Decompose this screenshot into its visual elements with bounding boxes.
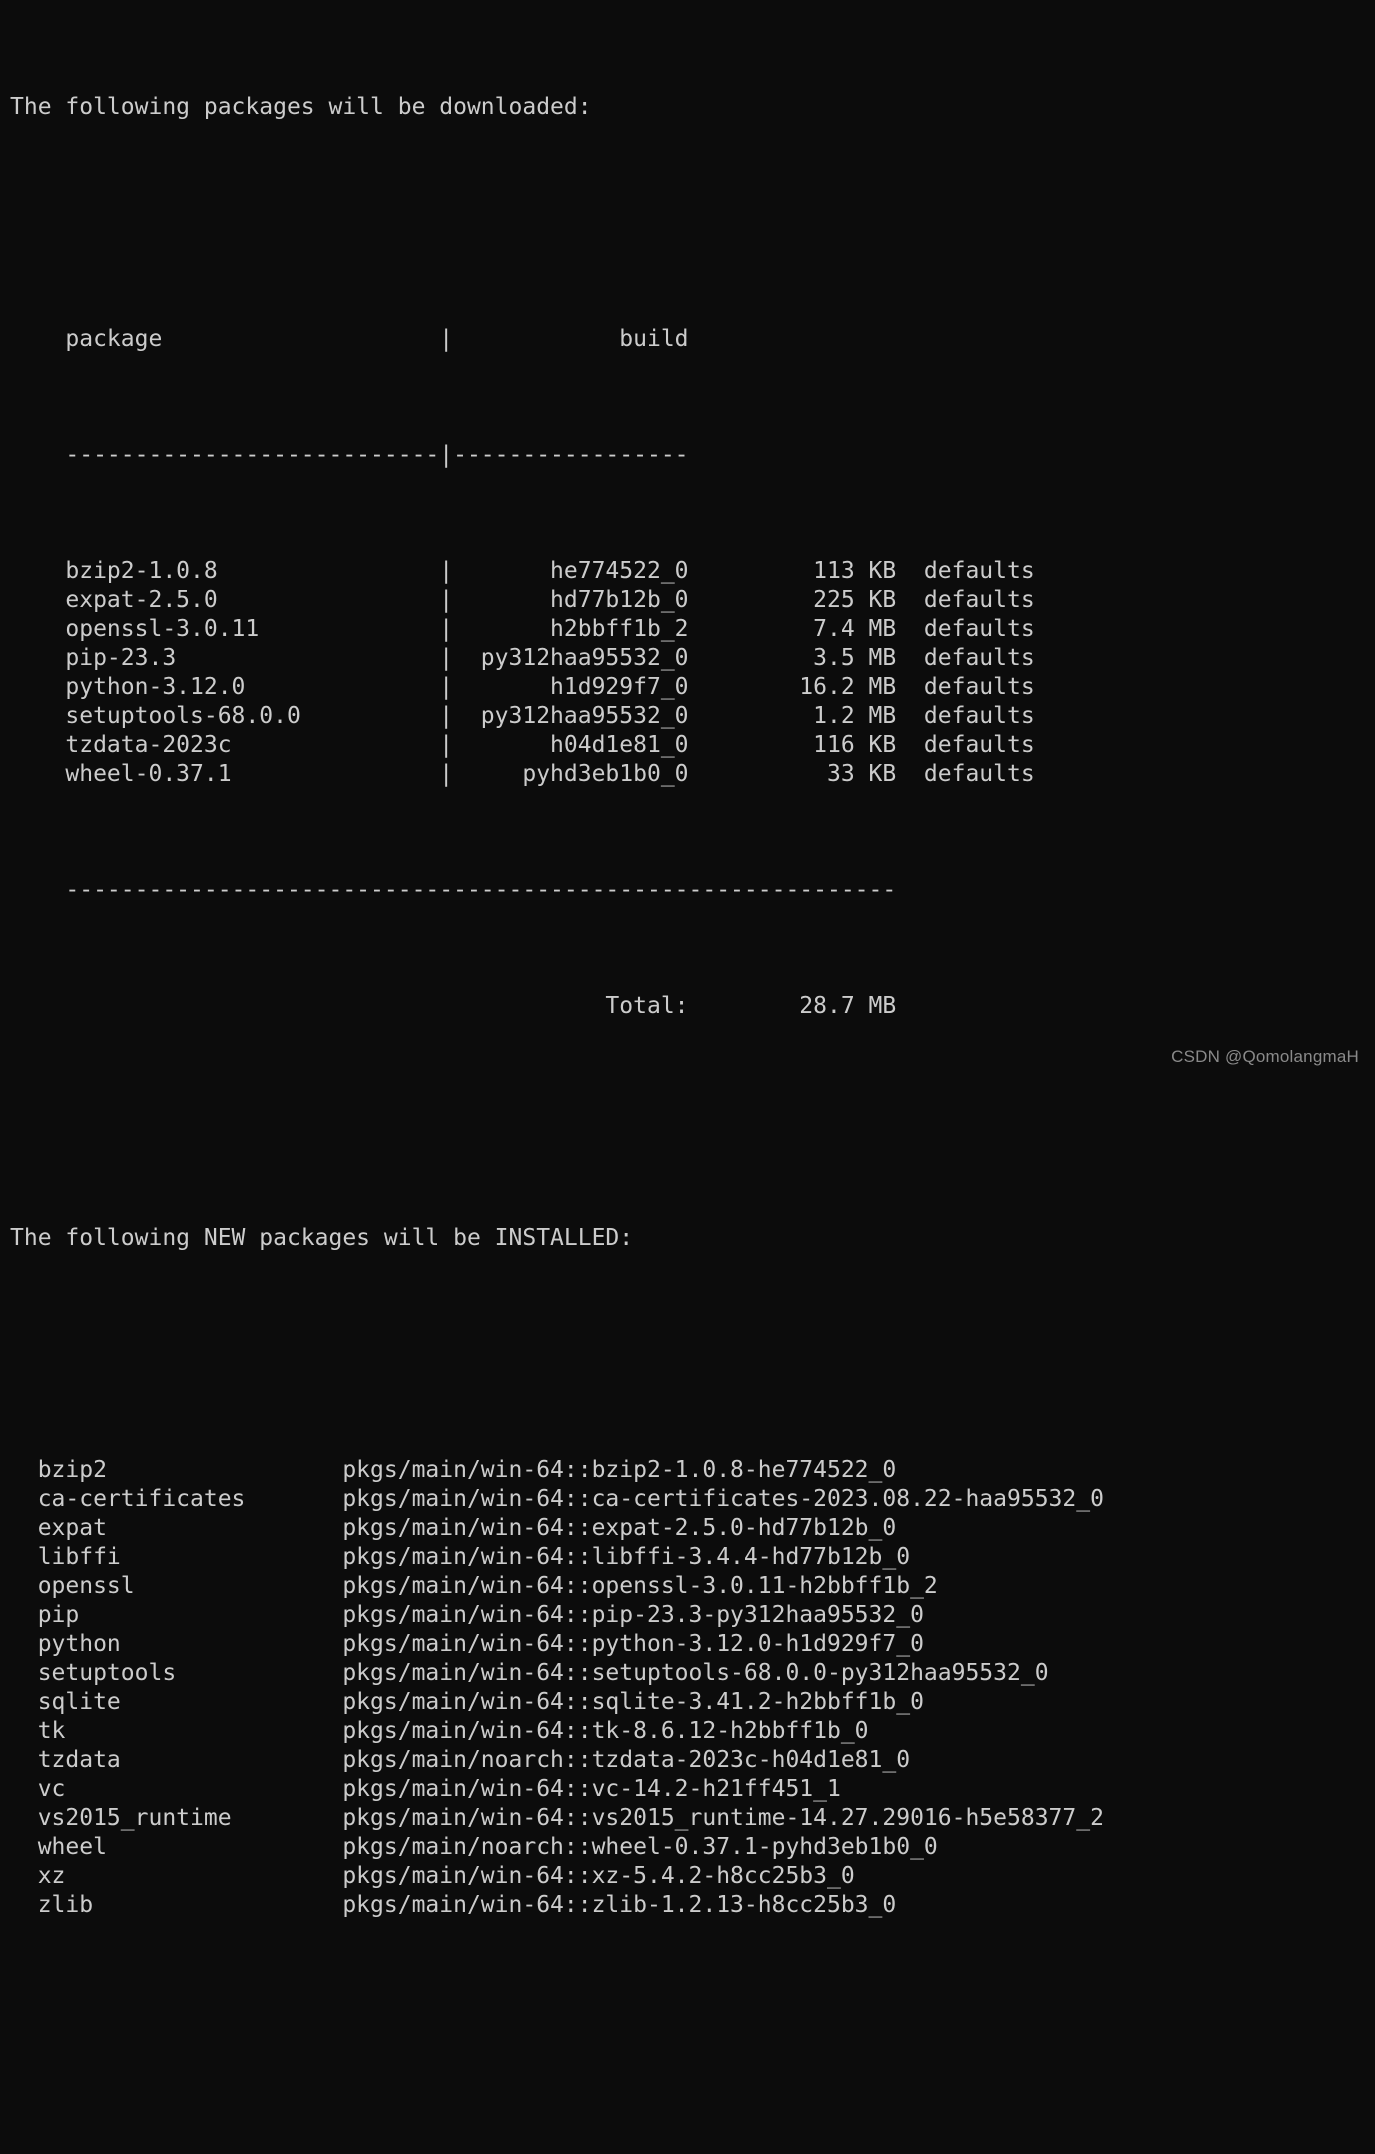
download-total-line: Total: 28.7 MB [10,993,897,1019]
download-section-header: The following packages will be downloade… [10,94,592,120]
install-list-rows: bzip2 pkgs/main/win-64::bzip2-1.0.8-he77… [37,1457,1104,1918]
terminal-window[interactable]: The following packages will be downloade… [0,0,1375,1918]
download-total-rule: ----------------------------------------… [10,877,897,903]
csdn-watermark: CSDN @QomolangmaH [1171,1047,1359,1066]
terminal-output-buffer: The following packages will be downloade… [10,6,1104,2154]
download-table-separator: ---------------------------|------------… [10,442,689,468]
download-table-column-headers: package | build [10,326,689,352]
install-section-header: The following NEW packages will be INSTA… [10,1225,634,1251]
download-table-rows: bzip2-1.0.8 | he774522_0 113 KB defaults… [65,558,1035,787]
